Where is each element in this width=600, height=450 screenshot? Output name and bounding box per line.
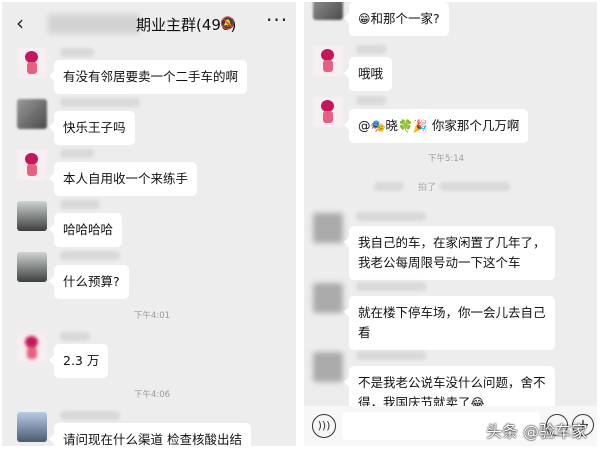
message-text: 就在楼下停车场，你一会儿去自己 (358, 305, 546, 320)
watermark: 头条 @验车家 (486, 422, 588, 441)
message-bubble[interactable]: 哈哈哈哈 (48, 213, 123, 247)
mute-bell-icon: 🔕 (220, 16, 235, 30)
message-text: 什么预算? (63, 274, 120, 289)
message-text: 哦哦 (358, 66, 384, 81)
system-pat-notice: 拍了 (418, 183, 437, 193)
mention-name: 晓 (385, 118, 398, 133)
blurred-sender-name (60, 411, 120, 420)
message-bubble[interactable]: 就在楼下停车场，你一会儿去自己看 (344, 296, 555, 350)
message-bubble[interactable]: 什么预算? (49, 265, 129, 299)
mask-emoji-icon: 🎭 (370, 119, 386, 133)
message-bubble[interactable]: 有没有邻居要卖一个二手车的啊 (48, 60, 248, 94)
message-text: 有没有邻居要卖一个二手车的啊 (63, 69, 239, 84)
timestamp: 下午4:06 (134, 390, 171, 400)
blurred-sender-name (356, 282, 426, 291)
message-bubble[interactable]: 请问现在什么渠道 检查核酸出结 (49, 423, 251, 446)
blurred-sender-name (356, 45, 386, 54)
mention-at: @ (358, 118, 371, 133)
blurred-sender-name (60, 48, 94, 57)
avatar[interactable] (17, 412, 47, 442)
avatar[interactable] (17, 48, 47, 78)
blurred-group-name (48, 14, 140, 34)
blurred-sender-name (356, 96, 386, 105)
message-bubble[interactable]: 我自己的车，在家闲置了几年了， 我老公每周限号动一下这个车 (344, 226, 555, 280)
more-options-icon[interactable]: ··· (266, 8, 288, 32)
message-bubble[interactable]: @🎭晓🍀🎉 你家那个几万啊 (343, 109, 529, 143)
timestamp: 下午4:01 (134, 311, 171, 321)
avatar[interactable] (17, 99, 47, 129)
avatar[interactable] (313, 46, 343, 76)
avatar[interactable] (17, 333, 47, 363)
message-text: 你家那个几万啊 (431, 118, 520, 133)
blurred-sender-name (60, 200, 100, 209)
voice-input-icon[interactable]: ))) (312, 414, 336, 438)
chat-screen-left: ‹ 期业主群(496) 🔕 ··· 有没有邻居要卖一个二手车的啊 快乐王子吗 本… (2, 2, 296, 446)
message-text: 看 (358, 325, 371, 340)
message-bubble[interactable]: 哦哦 (343, 57, 393, 91)
message-bubble[interactable]: 本人自用收一个来练手 (48, 162, 198, 196)
message-text: 和那个一家? (370, 11, 440, 26)
avatar[interactable] (313, 283, 343, 313)
message-text: 不是我老公说车没什么问题，舍不 (358, 375, 546, 390)
blurred-sender-name (60, 251, 120, 260)
blurred-system-text (440, 182, 510, 191)
blurred-sender-name (356, 212, 426, 221)
message-text: 本人自用收一个来练手 (63, 171, 189, 186)
blurred-system-text (374, 182, 404, 191)
message-text: 我老公每周限号动一下这个车 (358, 255, 521, 270)
blurred-sender-name (60, 332, 90, 341)
grin-emoji-icon: 😁 (358, 12, 371, 26)
message-text: 我自己的车，在家闲置了几年了， (358, 235, 546, 250)
back-icon[interactable]: ‹ (16, 11, 24, 35)
message-text: 2.3 万 (63, 353, 100, 368)
message-text: 哈哈哈哈 (63, 222, 114, 237)
avatar[interactable] (313, 213, 343, 243)
avatar[interactable] (17, 150, 47, 180)
party-emoji-icon: 🎉 (412, 119, 428, 133)
clover-emoji-icon: 🍀 (397, 119, 413, 133)
message-bubble[interactable]: 快乐王子吗 (49, 111, 135, 145)
blurred-sender-name (60, 149, 94, 158)
chat-header: ‹ 期业主群(496) 🔕 ··· (2, 2, 296, 46)
message-bubble[interactable]: 😁和那个一家? (344, 2, 449, 36)
blurred-sender-name (60, 98, 140, 107)
avatar[interactable] (313, 352, 343, 382)
avatar[interactable] (17, 252, 47, 282)
avatar[interactable] (313, 2, 343, 20)
message-text: 请问现在什么渠道 检查核酸出结 (63, 432, 242, 446)
avatar[interactable] (17, 201, 47, 231)
message-bubble[interactable]: 2.3 万 (48, 344, 109, 378)
chat-screen-right: 😁和那个一家? 哦哦 @🎭晓🍀🎉 你家那个几万啊 下午5:14 拍了 我自己的车… (304, 2, 597, 446)
blurred-sender-name (356, 351, 426, 360)
avatar[interactable] (313, 97, 343, 127)
message-text: 快乐王子吗 (63, 120, 126, 135)
timestamp: 下午5:14 (428, 154, 465, 164)
